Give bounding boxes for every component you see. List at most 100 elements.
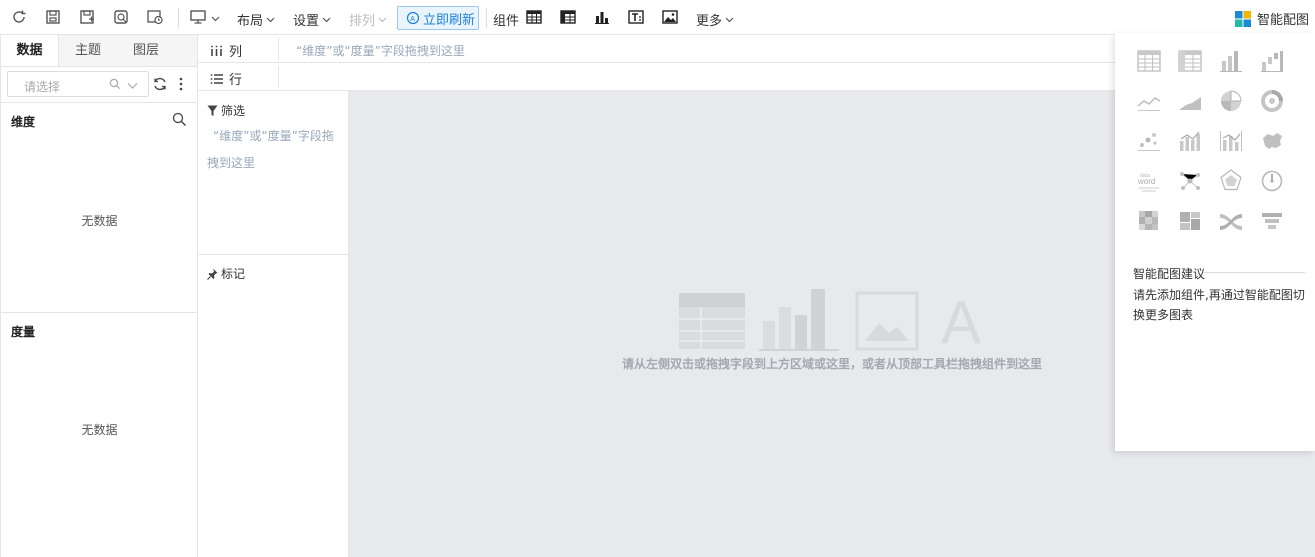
column-label: 列 [229,45,243,60]
table-component-icon[interactable] [525,8,543,26]
svg-text:A: A [410,16,415,23]
map-icon[interactable] [1259,128,1285,154]
svg-text:word: word [1137,177,1155,186]
filter-drop-zone[interactable]: “维度”或“度量”字段拖拽到这里 [207,123,342,177]
text-component-icon[interactable] [627,8,645,26]
dimension-empty-text: 无数据 [81,214,118,228]
chevron-down-icon [378,17,387,23]
tab-layers[interactable]: 图层 [117,35,175,66]
schedule-icon[interactable] [146,8,164,26]
pie-chart-icon[interactable] [1218,88,1244,114]
rows-icon [210,73,223,84]
treemap-icon[interactable] [1177,208,1203,234]
shelf-divider [278,38,279,60]
bar-placeholder-icon [759,289,839,351]
chevron-down-icon [322,17,331,23]
filter-title: 筛选 [221,104,246,118]
column-shelf-label: 列 [210,41,242,60]
measure-title: 度量 [11,325,36,339]
dimension-title: 维度 [11,115,36,129]
preview-icon[interactable] [112,8,130,26]
table-placeholder-icon [679,293,745,349]
dimension-search-icon[interactable] [172,112,187,127]
sankey-icon[interactable] [1218,208,1244,234]
mark-title: 标记 [221,267,246,281]
row-shelf[interactable]: 行 [198,63,1115,91]
sort-menu-label: 排列 [349,14,376,29]
pin-icon [207,268,218,280]
table-icon[interactable] [1136,48,1162,74]
suggestion-divider [1203,272,1305,273]
bar-line-combo-icon[interactable] [1177,128,1203,154]
line-chart-icon[interactable] [1136,88,1162,114]
dataset-select-placeholder: 请选择 [24,80,61,94]
more-menu[interactable]: 更多 [696,10,734,29]
shelf-divider [278,66,279,88]
cross-table-icon[interactable] [1177,48,1203,74]
data-panel: 数据 主题 图层 请选择 维度 无数据 度量 无数据 [0,35,198,557]
dual-axis-icon[interactable] [1218,128,1244,154]
heatmap-icon[interactable] [1136,208,1162,234]
ring-chart-icon[interactable] [1259,88,1285,114]
column-shelf-hint: “维度”或“度量”字段拖拽到这里 [296,44,465,58]
monitor-icon[interactable] [189,8,207,26]
funnel-icon[interactable] [1259,208,1285,234]
chevron-down-icon [211,16,220,22]
refresh-now-button[interactable]: A 立即刷新 [397,6,479,30]
column-shelf[interactable]: 列 “维度”或“度量”字段拖拽到这里 [198,35,1115,63]
filter-mark-column: 筛选 “维度”或“度量”字段拖拽到这里 标记 [198,91,349,557]
canvas-hint-text: 请从左侧双击或拖拽字段到上方区域或这里，或者从顶部工具栏拖拽组件到这里 [622,357,1043,371]
sync-icon[interactable] [152,76,168,92]
dataset-select-row: 请选择 [7,71,193,97]
cross-table-component-icon[interactable] [559,8,577,26]
save-as-icon[interactable] [78,8,96,26]
radar-chart-icon[interactable] [1218,168,1244,194]
suggestion-text: 请先添加组件,再通过智能配图切换更多图表 [1133,288,1305,322]
columns-icon [211,45,222,56]
layout-menu-label: 布局 [237,14,264,29]
suggestion-title: 智能配图建议 [1133,267,1206,281]
auto-refresh-icon: A [406,11,420,25]
bar-chart-component-icon[interactable] [593,8,611,26]
smart-chart-panel: data word 智能配图建议 请先添加组件,再通过智能配图切换更多图表 [1115,33,1315,451]
settings-menu[interactable]: 设置 [293,10,331,29]
scatter-chart-icon[interactable] [1136,128,1162,154]
bar-chart-icon[interactable] [1218,48,1244,74]
layout-menu[interactable]: 布局 [237,10,275,29]
save-icon[interactable] [44,8,62,26]
refresh-icon[interactable] [10,8,28,26]
toolbar: 布局 设置 排列 A 立即刷新 组件 更多 智能配图 [0,0,1315,35]
section-divider [198,254,348,255]
toolbar-divider [486,8,487,28]
waterfall-chart-icon[interactable] [1259,48,1285,74]
refresh-now-label: 立即刷新 [423,12,476,28]
filter-icon [207,105,218,116]
network-icon[interactable] [1177,168,1203,194]
image-placeholder-icon [855,291,919,351]
tab-data[interactable]: 数据 [1,35,59,66]
section-divider [1,102,198,103]
panel-tabs: 数据 主题 图层 [1,35,197,67]
row-shelf-label: 行 [210,69,242,88]
area-chart-icon[interactable] [1177,88,1203,114]
sort-menu[interactable]: 排列 [349,10,387,29]
tab-theme[interactable]: 主题 [59,35,117,66]
chevron-down-icon [725,17,734,23]
toolbar-divider [178,8,179,28]
word-cloud-icon[interactable]: data word [1136,168,1162,194]
image-component-icon[interactable] [661,8,679,26]
smart-chart-button[interactable]: 智能配图 [1235,9,1309,28]
filter-section-title: 筛选 [207,102,245,119]
search-icon [109,78,121,90]
empty-canvas-illustration: A [679,289,981,351]
more-vertical-icon[interactable] [177,76,185,92]
component-label: 组件 [493,14,520,29]
chevron-down-icon [127,83,138,89]
smart-chart-label: 智能配图 [1257,13,1310,28]
section-divider [1,312,198,313]
text-placeholder-icon: A [941,289,981,351]
dataset-select[interactable]: 请选择 [7,71,149,97]
mark-section-title: 标记 [207,265,245,282]
gauge-icon[interactable] [1259,168,1285,194]
row-label: 行 [229,73,243,88]
